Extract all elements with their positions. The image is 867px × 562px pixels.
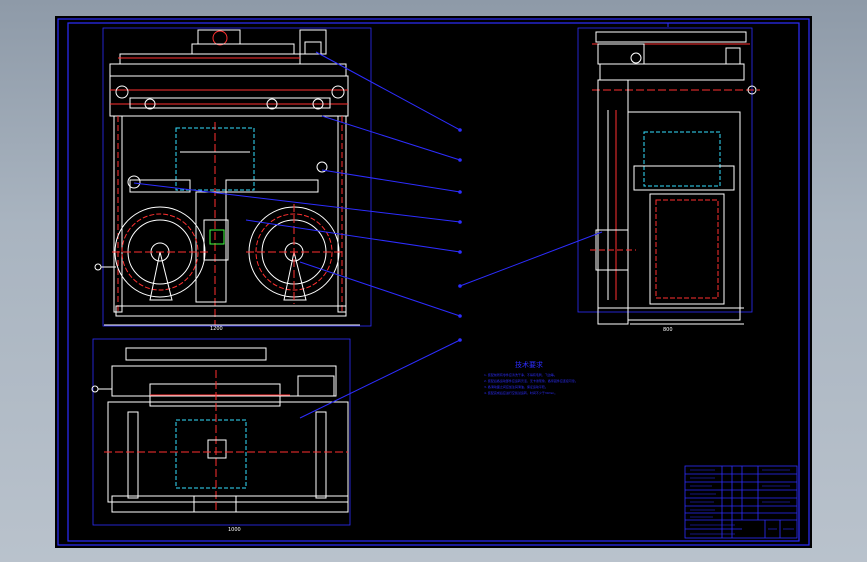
tech-note-2: 2. 装配后各运动部件应运转灵活，无卡滞现象，各紧固件应连接可靠。 (484, 378, 578, 383)
svg-text:1000: 1000 (228, 527, 241, 533)
tech-title: 技术要求 (515, 360, 543, 369)
tech-note-4: 4. 装配完成后应进行空载试运转，时间不少于30min。 (484, 390, 557, 395)
tech-note-1: 1. 装配前所有零件应清洗干净，不得有毛刺、飞边等。 (484, 372, 557, 377)
drawing-canvas: 1200 1000 800 技术要求 1. 装配前所有零件应清洗干净，不得有毛刺… (55, 16, 812, 548)
sheet-background (55, 16, 812, 548)
svg-text:1200: 1200 (210, 326, 223, 332)
svg-text:800: 800 (663, 327, 673, 333)
tech-note-3: 3. 各滑动面之间应加注润滑油，保证运动平稳。 (484, 384, 548, 389)
